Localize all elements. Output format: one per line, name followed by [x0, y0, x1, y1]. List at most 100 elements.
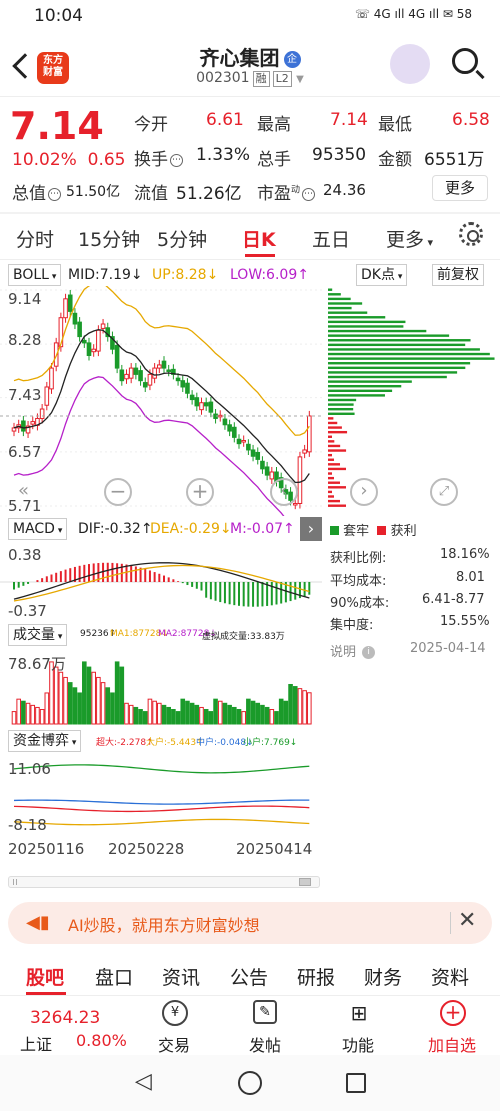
add-watchlist-icon[interactable]: +	[440, 1000, 466, 1026]
tab-intraday[interactable]: 分时	[16, 225, 54, 252]
nav-recents-icon[interactable]	[346, 1073, 366, 1093]
candle-body	[307, 415, 312, 453]
prev-icon[interactable]: ‹	[270, 478, 298, 506]
candle-body	[292, 502, 298, 506]
tab-announcement[interactable]: 公告	[230, 963, 268, 990]
candle-body	[227, 424, 232, 432]
next-icon[interactable]: ›	[350, 478, 378, 506]
more-quote-button[interactable]: 更多	[432, 175, 488, 201]
boll-mid: MID:7.19↓	[68, 267, 143, 283]
volume-bar	[91, 671, 96, 725]
function-icon[interactable]: ⊞	[346, 1000, 372, 1026]
boll-selector[interactable]: BOLL ▾	[8, 264, 62, 286]
index-name: 上证	[20, 1035, 53, 1054]
gear-icon[interactable]	[459, 222, 483, 246]
tab-more[interactable]: 更多 ▾	[386, 225, 433, 252]
cost90-value: 6.41-8.77	[422, 592, 485, 607]
volume-bar	[208, 711, 214, 725]
volume-bar	[269, 709, 275, 725]
tab-news[interactable]: 资讯	[162, 963, 200, 990]
chip-bar	[328, 435, 332, 438]
chip-bar	[328, 417, 334, 420]
amount-value: 6551万	[424, 150, 485, 170]
volume-bar	[44, 692, 50, 725]
float-label: 流值	[134, 184, 168, 204]
note-link[interactable]: 说明 i	[330, 641, 377, 660]
assistant-robot-icon[interactable]	[390, 44, 430, 84]
volume-bar	[77, 692, 82, 725]
volume-bar	[105, 687, 111, 725]
volume-selector[interactable]: 成交量 ▾	[8, 624, 68, 646]
volume-bar	[274, 711, 279, 725]
chip-bar	[328, 293, 341, 296]
chip-bar	[328, 407, 354, 411]
tab-15min[interactable]: 15分钟	[78, 225, 140, 252]
volume-bar	[30, 704, 36, 725]
zoom-out-icon[interactable]: −	[104, 478, 132, 506]
candle-body	[232, 426, 237, 438]
chip-bar	[328, 495, 334, 498]
close-icon[interactable]: ✕	[458, 908, 476, 933]
scroll-left-icon[interactable]: «	[18, 480, 52, 502]
profit-ratio-label: 获利比例:	[330, 551, 387, 566]
volume-bar	[236, 709, 242, 725]
fullscreen-icon[interactable]: ⤢	[430, 478, 458, 506]
profit-ratio-value: 18.16%	[440, 547, 490, 562]
trade-label[interactable]: 交易	[158, 1032, 190, 1056]
chip-bar	[328, 385, 402, 388]
dk-point-button[interactable]: DK点 ▾	[356, 264, 408, 286]
volume-bar	[119, 666, 125, 725]
chip-date: 2025-04-14	[410, 641, 486, 656]
volume-bar	[199, 706, 204, 725]
volume-bar	[138, 709, 143, 725]
chip-bar	[328, 320, 406, 324]
expand-panel-icon[interactable]: ›	[300, 517, 322, 541]
ai-banner[interactable]: ◀▮ AI炒股，就用东方财富妙想 ✕	[8, 902, 492, 944]
fund-selector[interactable]: 资金博弈 ▾	[8, 730, 82, 752]
price-change: 10.02% 0.65	[12, 150, 126, 170]
nav-home-icon[interactable]	[238, 1071, 262, 1095]
chip-bar	[328, 486, 347, 489]
volume-bar	[297, 688, 303, 725]
y-label-max: 9.14	[8, 290, 42, 308]
macd-dea-line	[13, 564, 310, 602]
chip-bar	[328, 380, 412, 383]
tab-guba[interactable]: 股吧	[26, 963, 64, 990]
volume-bar	[217, 700, 223, 725]
volume-bar	[292, 686, 298, 725]
tab-finance[interactable]: 财务	[364, 963, 402, 990]
function-label[interactable]: 功能	[342, 1032, 374, 1056]
tab-five-day[interactable]: 五日	[312, 225, 350, 252]
tab-pankou[interactable]: 盘口	[95, 963, 133, 990]
y-label-2: 8.28	[8, 331, 42, 349]
chart-scrollbar[interactable]	[8, 876, 320, 888]
post-label[interactable]: 发帖	[249, 1032, 281, 1056]
adjust-button[interactable]: 前复权	[432, 264, 484, 286]
tab-profile[interactable]: 资料	[431, 963, 469, 990]
candle-body	[44, 386, 50, 406]
tab-5min[interactable]: 5分钟	[157, 225, 207, 252]
add-watchlist-label[interactable]: 加自选	[428, 1032, 476, 1056]
nav-back-icon[interactable]: ◁	[135, 1069, 152, 1094]
index-value[interactable]: 3264.23	[30, 1008, 100, 1028]
boll-low: LOW:6.09↑	[230, 267, 309, 283]
volume-bar	[72, 687, 78, 725]
volume-y-max: 78.67万	[8, 655, 66, 673]
macd-m: M:-0.07↑	[230, 521, 295, 537]
volume-bar	[264, 706, 270, 725]
volume-bar	[203, 709, 209, 725]
tab-daily-k[interactable]: 日K	[242, 225, 276, 252]
chip-bar	[328, 325, 404, 328]
search-icon[interactable]	[452, 48, 478, 74]
chip-bar	[328, 389, 393, 393]
post-icon[interactable]: ✎	[253, 1000, 277, 1024]
low-value: 6.58	[452, 110, 490, 130]
chip-bar	[328, 398, 357, 402]
zoom-in-icon[interactable]: +	[186, 478, 214, 506]
macd-y-max: 0.38	[8, 546, 42, 564]
trade-icon[interactable]: ¥	[162, 1000, 188, 1026]
macd-dif-line	[13, 562, 310, 600]
y-label-3: 7.43	[8, 386, 42, 404]
tab-research[interactable]: 研报	[297, 963, 335, 990]
macd-selector[interactable]: MACD ▾	[8, 518, 68, 540]
